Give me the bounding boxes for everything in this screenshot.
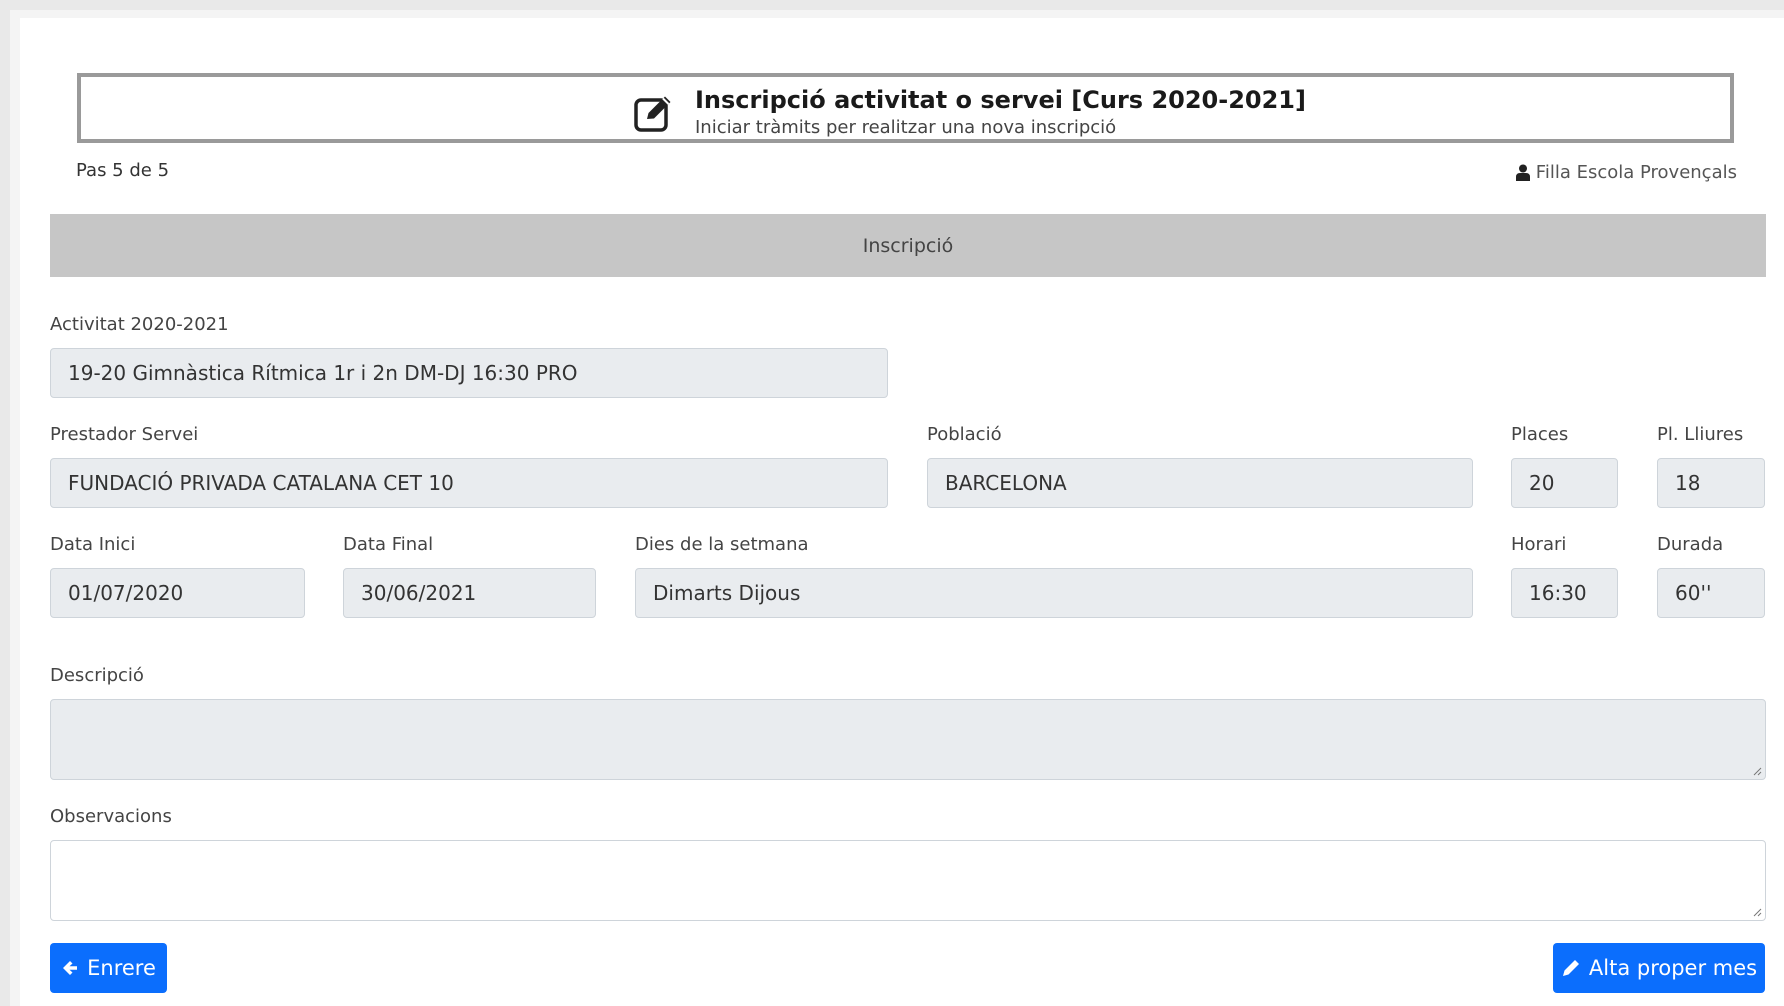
back-button-label: Enrere (87, 956, 156, 980)
descripcio-textarea[interactable] (50, 699, 1766, 780)
data-inici-label: Data Inici (50, 534, 136, 555)
descripcio-label: Descripció (50, 665, 144, 686)
pencil-icon (1561, 958, 1581, 978)
observacions-textarea[interactable] (50, 840, 1766, 921)
section-title-bar: Inscripció (50, 214, 1766, 277)
data-final-field[interactable]: 30/06/2021 (343, 568, 596, 618)
poblacio-label: Població (927, 424, 1002, 445)
page-subtitle: Iniciar tràmits per realitzar una nova i… (695, 117, 1117, 138)
dies-setmana-field[interactable]: Dimarts Dijous (635, 568, 1473, 618)
page-header: Inscripció activitat o servei [Curs 2020… (77, 73, 1734, 143)
activitat-label: Activitat 2020-2021 (50, 314, 229, 335)
observacions-label: Observacions (50, 806, 172, 827)
window-frame-left-inner (10, 10, 20, 1006)
submit-button[interactable]: Alta proper mes (1553, 943, 1765, 993)
window-frame-top (0, 0, 1784, 10)
prestador-field[interactable]: FUNDACIÓ PRIVADA CATALANA CET 10 (50, 458, 888, 508)
activitat-field[interactable]: 19-20 Gimnàstica Rítmica 1r i 2n DM-DJ 1… (50, 348, 888, 398)
user-icon (1515, 164, 1530, 181)
poblacio-field[interactable]: BARCELONA (927, 458, 1473, 508)
data-final-label: Data Final (343, 534, 434, 555)
user-name: Filla Escola Provençals (1535, 162, 1737, 183)
places-lliures-field[interactable]: 18 (1657, 458, 1765, 508)
durada-label: Durada (1657, 534, 1724, 555)
horari-label: Horari (1511, 534, 1567, 555)
arrow-left-icon (61, 959, 79, 977)
data-inici-field[interactable]: 01/07/2020 (50, 568, 305, 618)
places-field[interactable]: 20 (1511, 458, 1618, 508)
dies-setmana-label: Dies de la setmana (635, 534, 809, 555)
section-title: Inscripció (862, 234, 954, 257)
resize-grip-icon[interactable] (1752, 766, 1762, 776)
places-lliures-label: Pl. Lliures (1657, 424, 1744, 445)
step-indicator: Pas 5 de 5 (76, 160, 170, 181)
header-content: Inscripció activitat o servei [Curs 2020… (631, 83, 1306, 143)
user-info: Filla Escola Provençals (1515, 162, 1737, 183)
resize-grip-icon[interactable] (1752, 907, 1762, 917)
submit-button-label: Alta proper mes (1588, 956, 1758, 980)
header-text: Inscripció activitat o servei [Curs 2020… (695, 85, 1306, 141)
horari-field[interactable]: 16:30 (1511, 568, 1618, 618)
places-label: Places (1511, 424, 1569, 445)
window-frame-left (0, 0, 10, 1006)
back-button[interactable]: Enrere (50, 943, 167, 993)
prestador-label: Prestador Servei (50, 424, 199, 445)
window-frame-top-inner (10, 10, 1784, 18)
durada-field[interactable]: 60'' (1657, 568, 1765, 618)
edit-icon (631, 90, 677, 136)
page-title: Inscripció activitat o servei [Curs 2020… (695, 86, 1306, 114)
